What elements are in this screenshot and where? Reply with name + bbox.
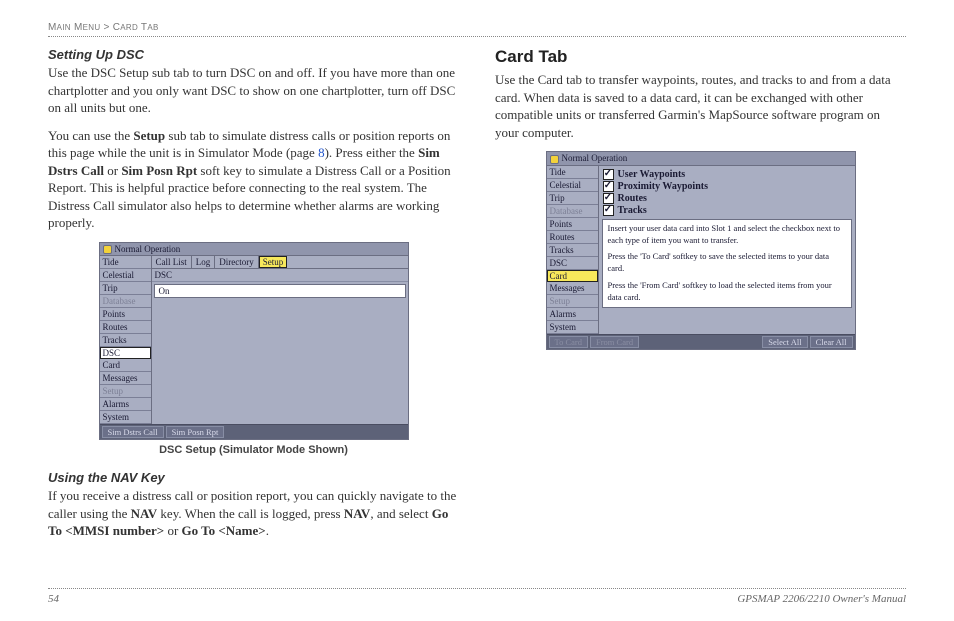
checkbox-icon: ✓ (603, 169, 614, 180)
sidebar-item: DSC (547, 257, 598, 270)
softkey: Clear All (810, 336, 853, 348)
softkey: To Card (549, 336, 589, 348)
checkbox-icon: ✓ (603, 181, 614, 192)
softkey: From Card (590, 336, 639, 348)
sidebar-item: Tide (547, 166, 598, 179)
sidebar-item: System (100, 411, 151, 424)
device-titlebar: Normal Operation (100, 243, 408, 256)
sidebar-item: Points (547, 218, 598, 231)
sidebar-item: Messages (547, 282, 598, 295)
tab: Log (192, 256, 216, 268)
page-number: 54 (48, 593, 59, 605)
check-row: ✓ User Waypoints (603, 169, 851, 180)
sidebar-item: Setup (547, 295, 598, 308)
heading-card-tab: Card Tab (495, 47, 906, 67)
heading-using-nav: Using the NAV Key (48, 470, 459, 485)
softkey: Sim Posn Rpt (166, 426, 225, 438)
sidebar-item: Trip (547, 192, 598, 205)
dsc-value: On (154, 284, 406, 298)
sidebar-item: Tracks (547, 244, 598, 257)
caption-dsc: DSC Setup (Simulator Mode Shown) (48, 444, 459, 456)
check-label: Proximity Waypoints (618, 181, 708, 192)
sidebar-item: Trip (100, 282, 151, 295)
sidebar-item: Tracks (100, 334, 151, 347)
sun-icon (550, 155, 559, 164)
sidebar-item: Database (100, 295, 151, 308)
manual-title: GPSMAP 2206/2210 Owner's Manual (737, 593, 906, 605)
softkey: Sim Dstrs Call (102, 426, 164, 438)
sidebar-item: Routes (100, 321, 151, 334)
screenshot-card-tab: Normal Operation TideCelestialTripDataba… (546, 151, 856, 349)
check-label: Tracks (618, 205, 647, 216)
tab: Setup (259, 256, 288, 268)
checkbox-icon: ✓ (603, 193, 614, 204)
sidebar-item: Celestial (100, 269, 151, 282)
tab: Directory (215, 256, 258, 268)
sidebar-item: Card (547, 270, 598, 282)
check-label: User Waypoints (618, 169, 686, 180)
para-card: Use the Card tab to transfer waypoints, … (495, 71, 906, 141)
sidebar-item: DSC (100, 347, 151, 359)
sidebar-item: Database (547, 205, 598, 218)
sidebar-item: Points (100, 308, 151, 321)
check-row: ✓ Proximity Waypoints (603, 181, 851, 192)
check-row: ✓ Tracks (603, 205, 851, 216)
para-nav: If you receive a distress call or positi… (48, 487, 459, 540)
sidebar-item: Setup (100, 385, 151, 398)
tab: Call List (152, 256, 192, 268)
card-instructions: Insert your user data card into Slot 1 a… (602, 219, 852, 308)
sidebar-item: Celestial (547, 179, 598, 192)
heading-setting-up-dsc: Setting Up DSC (48, 47, 459, 62)
sidebar-item: Alarms (100, 398, 151, 411)
sidebar-item: Tide (100, 256, 151, 269)
softkey: Select All (762, 336, 807, 348)
checkbox-icon: ✓ (603, 205, 614, 216)
screenshot-dsc-setup: Normal Operation TideCelestialTripDataba… (99, 242, 409, 440)
check-label: Routes (618, 193, 647, 204)
sidebar-item: Routes (547, 231, 598, 244)
breadcrumb: MAIN MENU > CARD TAB (48, 22, 159, 33)
para-dsc-1: Use the DSC Setup sub tab to turn DSC on… (48, 64, 459, 117)
sidebar-item: Card (100, 359, 151, 372)
sun-icon (103, 245, 112, 254)
check-row: ✓ Routes (603, 193, 851, 204)
sidebar-item: System (547, 321, 598, 334)
para-dsc-2: You can use the Setup sub tab to simulat… (48, 127, 459, 232)
sidebar-item: Messages (100, 372, 151, 385)
sidebar-item: Alarms (547, 308, 598, 321)
device-titlebar: Normal Operation (547, 152, 855, 165)
